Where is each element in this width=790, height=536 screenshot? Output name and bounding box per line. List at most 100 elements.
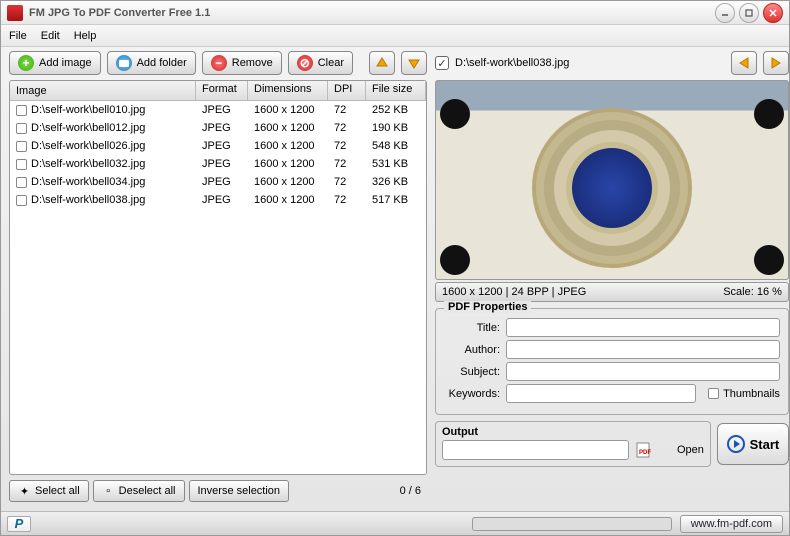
row-dimensions: 1600 x 1200 [248,103,328,117]
selection-counter: 0 / 6 [400,485,421,497]
row-format: JPEG [196,103,248,117]
output-legend: Output [442,426,704,438]
window-title: FM JPG To PDF Converter Free 1.1 [29,7,715,19]
col-image[interactable]: Image [10,81,196,100]
row-format: JPEG [196,193,248,207]
col-dimensions[interactable]: Dimensions [248,81,328,100]
row-path: D:\self-work\bell026.jpg [31,140,145,152]
preview-scale: Scale: 16 % [723,286,782,298]
col-dpi[interactable]: DPI [328,81,366,100]
table-row[interactable]: D:\self-work\bell010.jpg JPEG 1600 x 120… [10,101,426,119]
preview-info-bar: 1600 x 1200 | 24 BPP | JPEG Scale: 16 % [435,282,789,302]
row-size: 326 KB [366,175,426,189]
menu-help[interactable]: Help [74,30,97,42]
clear-icon: ⊘ [297,55,313,71]
selection-toolbar: ✦Select all ▫Deselect all Inverse select… [9,475,427,507]
app-window: FM JPG To PDF Converter Free 1.1 File Ed… [0,0,790,536]
row-dimensions: 1600 x 1200 [248,175,328,189]
row-dpi: 72 [328,121,366,135]
row-size: 548 KB [366,139,426,153]
select-all-button[interactable]: ✦Select all [9,480,89,502]
row-checkbox[interactable] [16,159,27,170]
table-row[interactable]: D:\self-work\bell026.jpg JPEG 1600 x 120… [10,137,426,155]
preview-info: 1600 x 1200 | 24 BPP | JPEG [442,286,586,298]
menu-edit[interactable]: Edit [41,30,60,42]
row-dpi: 72 [328,157,366,171]
row-checkbox[interactable] [16,177,27,188]
remove-button[interactable]: −Remove [202,51,282,75]
keywords-label: Keywords: [444,388,500,400]
row-path: D:\self-work\bell010.jpg [31,104,145,116]
list-header: Image Format Dimensions DPI File size [10,81,426,101]
file-list[interactable]: Image Format Dimensions DPI File size D:… [9,80,427,475]
row-size: 252 KB [366,103,426,117]
open-checkbox[interactable] [657,443,671,457]
row-path: D:\self-work\bell012.jpg [31,122,145,134]
row-format: JPEG [196,139,248,153]
table-row[interactable]: D:\self-work\bell038.jpg JPEG 1600 x 120… [10,191,426,209]
row-format: JPEG [196,157,248,171]
preview-filename: D:\self-work\bell038.jpg [455,57,725,69]
output-path-field[interactable] [442,440,629,460]
subject-field[interactable] [506,362,780,381]
maximize-button[interactable] [739,3,759,23]
row-dimensions: 1600 x 1200 [248,139,328,153]
table-row[interactable]: D:\self-work\bell032.jpg JPEG 1600 x 120… [10,155,426,173]
left-toolbar: +Add image Add folder −Remove ⊘Clear [9,51,427,80]
add-image-button[interactable]: +Add image [9,51,101,75]
row-size: 531 KB [366,157,426,171]
clear-button[interactable]: ⊘Clear [288,51,353,75]
menubar: File Edit Help [1,25,789,47]
pdf-properties: PDF Properties Title: Author: Subject: K… [435,308,789,415]
minimize-button[interactable] [715,3,735,23]
move-down-button[interactable] [401,51,427,75]
row-checkbox[interactable] [16,123,27,134]
titlebar: FM JPG To PDF Converter Free 1.1 [1,1,789,25]
progress-bar [472,517,672,531]
deselect-all-icon: ▫ [102,485,115,498]
row-checkbox[interactable] [16,141,27,152]
title-field[interactable] [506,318,780,337]
app-icon [7,5,23,21]
pdf-legend: PDF Properties [444,301,531,313]
col-filesize[interactable]: File size [366,81,426,100]
deselect-all-button[interactable]: ▫Deselect all [93,480,185,502]
row-dimensions: 1600 x 1200 [248,157,328,171]
preview-box [435,80,789,280]
close-button[interactable] [763,3,783,23]
add-folder-button[interactable]: Add folder [107,51,196,75]
pdf-icon[interactable]: PDF [635,442,651,458]
preview-header: D:\self-work\bell038.jpg [435,51,789,80]
row-checkbox[interactable] [16,105,27,116]
move-up-button[interactable] [369,51,395,75]
row-dpi: 72 [328,175,366,189]
row-format: JPEG [196,121,248,135]
website-link[interactable]: www.fm-pdf.com [680,515,783,533]
row-dimensions: 1600 x 1200 [248,193,328,207]
start-button[interactable]: Start [717,423,789,465]
row-dimensions: 1600 x 1200 [248,121,328,135]
keywords-field[interactable] [506,384,696,403]
table-row[interactable]: D:\self-work\bell012.jpg JPEG 1600 x 120… [10,119,426,137]
row-checkbox[interactable] [16,195,27,206]
table-row[interactable]: D:\self-work\bell034.jpg JPEG 1600 x 120… [10,173,426,191]
thumbnails-checkbox[interactable] [708,388,719,399]
thumbnails-label: Thumbnails [723,388,780,400]
row-size: 517 KB [366,193,426,207]
output-box: Output PDF Open [435,421,711,467]
inverse-selection-button[interactable]: Inverse selection [189,480,290,502]
row-path: D:\self-work\bell032.jpg [31,158,145,170]
prev-image-button[interactable] [731,51,757,75]
menu-file[interactable]: File [9,30,27,42]
subject-label: Subject: [444,366,500,378]
row-dpi: 72 [328,193,366,207]
author-field[interactable] [506,340,780,359]
col-format[interactable]: Format [196,81,248,100]
paypal-button[interactable]: P [7,516,31,532]
preview-checkbox[interactable] [435,56,449,70]
row-dpi: 72 [328,103,366,117]
author-label: Author: [444,344,500,356]
next-image-button[interactable] [763,51,789,75]
select-all-icon: ✦ [18,485,31,498]
plus-icon: + [18,55,34,71]
